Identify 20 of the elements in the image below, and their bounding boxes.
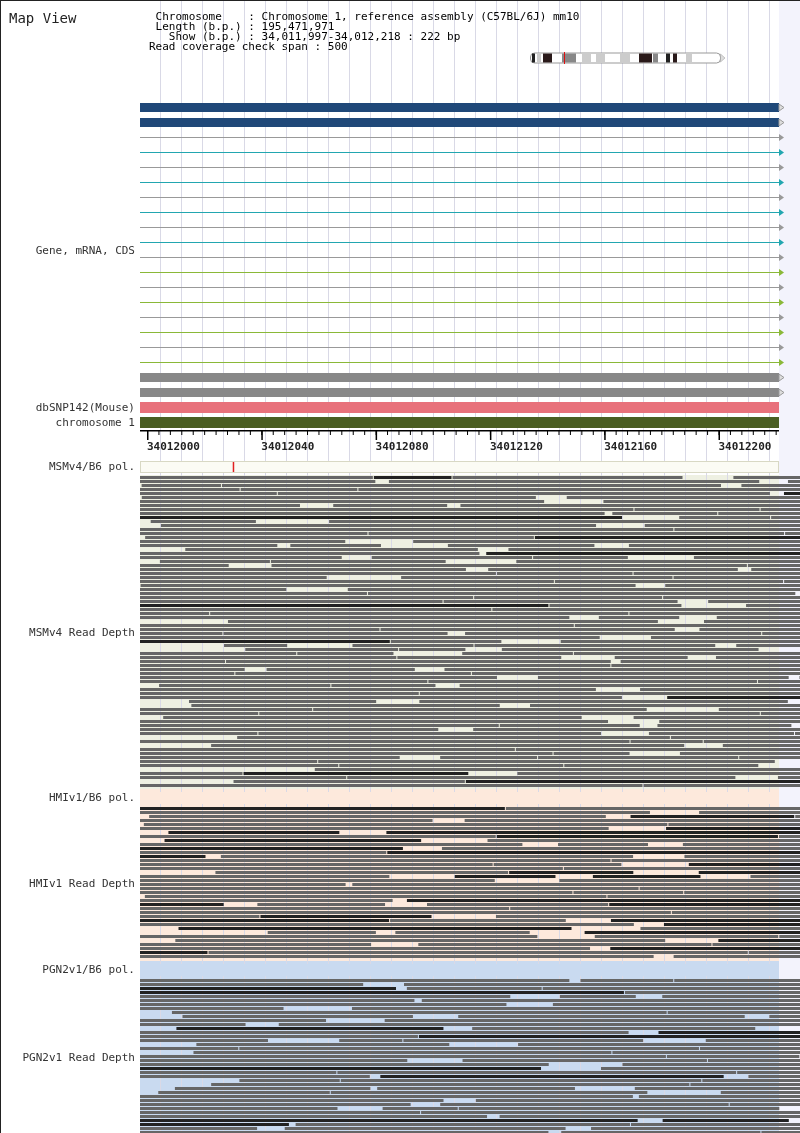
axis-label: 34012000 <box>147 440 200 453</box>
axis-label: 34012040 <box>261 440 315 453</box>
map-title: Map View <box>9 10 77 26</box>
track-label: MSMv4 Read Depth <box>29 625 135 639</box>
track-label: dbSNP142(Mouse) <box>35 401 135 414</box>
track-label: HMIv1 Read Depth <box>29 877 135 890</box>
track-label: MSMv4/B6 pol. <box>48 460 135 473</box>
info-line: Show (b.p.) : 34,011,997-34,012,218 : 222 bp <box>168 32 462 42</box>
track-label: Gene, mRNA, CDS <box>35 243 135 257</box>
track-label: HMIv1/B6 pol. <box>48 791 135 804</box>
track-label: chromosome 1 <box>55 416 135 429</box>
info-line: Chromosome : Chromosome 1, reference assembly (C57BL/6J) mm10 <box>154 12 581 22</box>
info-line: Length (b.p.) : 195,471,971 <box>154 22 335 32</box>
axis-label: 34012160 <box>604 440 658 453</box>
track-label: PGN2v1/B6 pol. <box>42 963 135 976</box>
axis-label: 34012200 <box>718 440 772 453</box>
axis-label: 34012080 <box>375 440 429 453</box>
info-line: Read coverage check span : 500 <box>149 42 348 52</box>
axis-label: 34012120 <box>489 440 543 453</box>
track-label: PGN2v1 Read Depth <box>22 1050 135 1064</box>
